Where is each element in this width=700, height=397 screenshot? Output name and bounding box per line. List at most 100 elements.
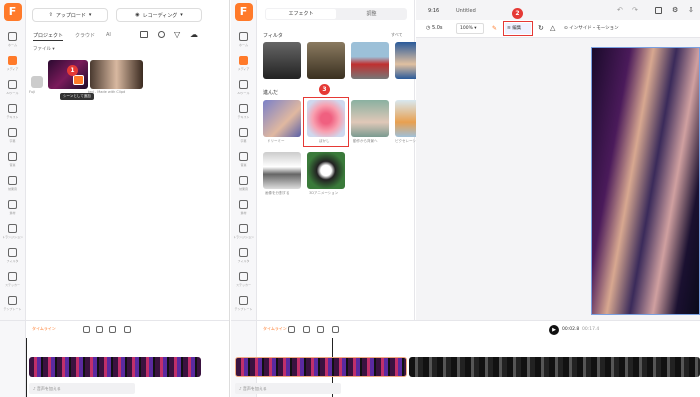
split-icon[interactable] [303,326,310,333]
add-audio-button[interactable]: ♪ 音声を加える [235,383,341,394]
zoom-select[interactable]: 100% ▾ [456,23,484,34]
sidebar-item[interactable]: フィルタ [231,243,256,267]
sidebar-icon [8,55,17,65]
split-icon[interactable] [96,326,103,333]
undo-icon[interactable]: ↶ [617,6,623,14]
sidebar-item[interactable]: 効果音 [231,171,256,195]
sidebar-icon [239,127,248,137]
snapshot-icon[interactable] [655,7,662,14]
filter-thumb-1[interactable] [263,42,301,79]
export-icon[interactable]: ⇩ [688,6,694,14]
redo-icon[interactable]: ↷ [632,6,638,14]
timeline-video-clip[interactable] [235,357,407,377]
flip-icon[interactable]: △ [550,24,555,32]
filter-thumb-3[interactable] [351,42,389,79]
see-all-link[interactable]: すべて [391,32,403,38]
project-title[interactable]: Untitled [456,8,476,14]
color-icon[interactable]: ✎ [492,25,497,32]
sidebar-item[interactable]: 字幕 [231,123,256,147]
settings-icon[interactable]: ⚙ [672,6,678,14]
sidebar-item[interactable]: テンプレート [0,291,25,315]
sidebar-item-label: AIツール [237,90,250,95]
sidebar-item-label: トランジション [232,234,254,239]
delete-icon[interactable] [124,326,131,333]
sidebar-item[interactable]: テンプレート [231,291,256,315]
annotation-badge-3: 3 [319,84,330,95]
record-button[interactable]: ◉ レコーディング ▾ [116,8,202,22]
sidebar-item-label: フィルタ [237,258,250,263]
add-audio-button[interactable]: ♪ 音声を加える [29,383,135,394]
sidebar-item-label: 効果音 [7,186,17,191]
sidebar-icon [8,151,17,161]
duration-field[interactable]: ◷ 5.0s [426,25,443,31]
sidebar-item[interactable]: ステッカー [0,267,25,291]
tab-ai[interactable]: AI [106,32,111,38]
app-logo: F [234,3,253,21]
copy-icon[interactable] [317,326,324,333]
annotation-badge-1: 1 [67,65,78,76]
timeline-label[interactable]: タイムライン [32,326,56,332]
upload-button[interactable]: ⇪ アップロード ▾ [32,8,108,22]
tab-adjust[interactable]: 調整 [337,9,406,19]
effect-label-split: 画像を分割する [265,191,290,195]
right-panel: F ホーム メディア AIツールテキスト 字幕 音楽 効果音 素材トランジション フィルタステ… [231,0,700,397]
delete-icon[interactable] [332,326,339,333]
folder-dropdown[interactable]: ファイル ▾ [33,46,55,52]
search-icon[interactable] [158,31,165,38]
new-folder-icon[interactable] [140,31,148,38]
timeline-label[interactable]: タイムライン [263,326,287,332]
sidebar-item[interactable]: ホーム [0,27,25,51]
aspect-ratio[interactable]: 9:16 [428,8,439,14]
annotation-badge-2: 2 [512,8,523,19]
sidebar-item[interactable]: ホーム [231,27,256,51]
add-icon[interactable] [288,326,295,333]
media-thumbnail-small[interactable] [31,76,43,88]
effect-label-dreamy: ドリーミー [267,139,285,143]
filter-thumb-2[interactable] [307,42,345,79]
sidebar-item[interactable]: テキスト [231,99,256,123]
sidebar-item[interactable]: 字幕 [0,123,25,147]
tab-cloud[interactable]: クラウド [75,32,95,39]
effect-label-3d: 3Dアニメーション [309,191,339,195]
sidebar-item-label: ホーム [8,42,17,47]
effect-thumb-3d[interactable] [307,152,345,189]
video-preview[interactable] [591,47,700,315]
sidebar-item[interactable]: 音楽 [0,147,25,171]
sidebar-icon [8,31,17,41]
rotate-icon[interactable]: ↻ [538,24,544,32]
sidebar-item-label: ステッカー [235,282,251,287]
sidebar-item[interactable]: フィルタ [0,243,25,267]
effect-thumb-motion-bg[interactable] [351,100,389,137]
sidebar-item-label: トランジション [1,234,23,239]
sidebar-item[interactable]: AIツール [231,75,256,99]
copy-icon[interactable] [109,326,116,333]
sidebar-item[interactable]: AIツール [0,75,25,99]
sidebar-item[interactable]: 効果音 [0,171,25,195]
sidebar-item[interactable]: 素材 [231,195,256,219]
effect-thumb-dreamy[interactable] [263,100,301,137]
sidebar-item[interactable]: テキスト [0,99,25,123]
add-icon[interactable] [83,326,90,333]
media-thumbnail-portrait[interactable] [90,60,143,89]
timeline-video-clip[interactable] [29,357,201,377]
add-to-scene-button[interactable] [73,75,84,85]
sidebar-item[interactable]: メディア [231,51,256,75]
timeline-effect-clip[interactable] [409,357,700,377]
filter-icon[interactable]: ▽ [174,31,180,39]
sidebar-item-label: メディア [6,66,19,71]
sidebar-item[interactable]: トランジション [231,219,256,243]
sidebar-icon [8,247,17,257]
sidebar-item[interactable]: 素材 [0,195,25,219]
tab-effects[interactable]: エフェクト [266,9,336,19]
play-button[interactable]: ▶ [549,325,559,335]
sidebar-item[interactable]: 音楽 [231,147,256,171]
sidebar-item[interactable]: メディア [0,51,25,75]
cloud-icon[interactable]: ☁ [190,31,198,39]
sidebar-item[interactable]: トランジション [0,219,25,243]
playhead[interactable] [26,338,27,397]
tab-project[interactable]: プロジェクト [33,32,64,41]
sidebar-icon [8,199,17,209]
motion-button[interactable]: ⊙ インサイド・モーション [564,25,619,31]
sidebar-item[interactable]: ステッカー [231,267,256,291]
effect-thumb-split[interactable] [263,152,301,189]
